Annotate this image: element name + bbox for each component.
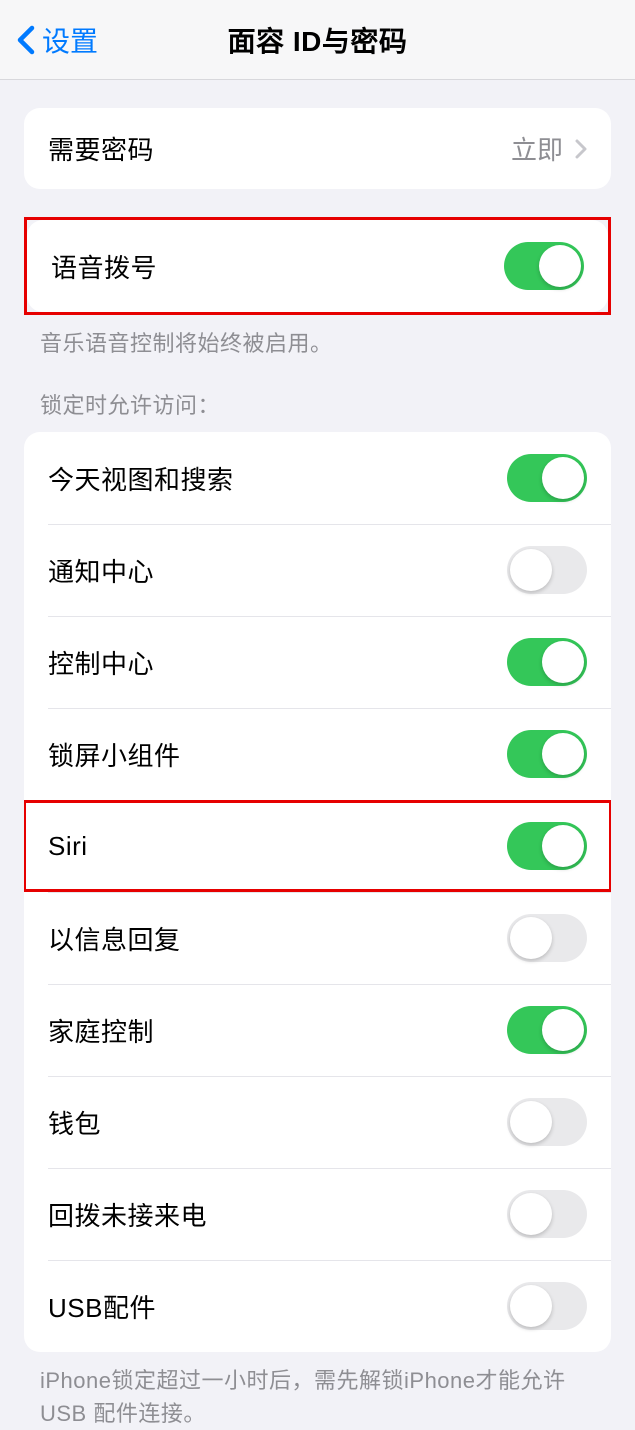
back-label: 设置	[42, 20, 98, 60]
require-passcode-cell[interactable]: 需要密码 立即	[24, 108, 611, 189]
list-item-label: 控制中心	[48, 644, 154, 681]
list-item-label: 以信息回复	[48, 920, 181, 957]
list-item: 钱包	[24, 1076, 611, 1168]
list-item: 家庭控制	[24, 984, 611, 1076]
lock-screen-header: 锁定时允许访问：	[0, 388, 635, 432]
navigation-bar: 设置 面容 ID与密码	[0, 0, 635, 80]
reply-with-message-toggle[interactable]	[507, 914, 587, 962]
return-missed-calls-toggle[interactable]	[507, 1190, 587, 1238]
group-lock-screen-access: 锁定时允许访问： 今天视图和搜索通知中心控制中心锁屏小组件 Siri 以信息回复家庭…	[0, 388, 635, 1430]
list-item-label: 家庭控制	[48, 1012, 154, 1049]
settings-content: 需要密码 立即 语音拨号 音乐语音控制将始终被启	[0, 108, 635, 1430]
group-voice-dial: 语音拨号 音乐语音控制将始终被启用。	[0, 217, 635, 360]
list-item-label: 通知中心	[48, 552, 154, 589]
voice-dial-cell: 语音拨号	[27, 220, 608, 312]
siri-toggle[interactable]	[507, 822, 587, 870]
chevron-right-icon	[575, 139, 587, 159]
list-item-label: Siri	[48, 831, 88, 862]
usb-accessories-toggle[interactable]	[507, 1282, 587, 1330]
usb-footer: iPhone锁定超过一小时后，需先解锁iPhone才能允许USB 配件连接。	[0, 1352, 635, 1430]
list-item: 今天视图和搜索	[24, 432, 611, 524]
notification-center-toggle[interactable]	[507, 546, 587, 594]
require-passcode-value: 立即	[511, 130, 563, 167]
list-item-label: 钱包	[48, 1104, 101, 1141]
lock-screen-list: 今天视图和搜索通知中心控制中心锁屏小组件 Siri 以信息回复家庭控制钱包回拨未接来…	[24, 432, 611, 1352]
today-view-search-toggle[interactable]	[507, 454, 587, 502]
require-passcode-label: 需要密码	[48, 130, 154, 167]
voice-dial-toggle[interactable]	[504, 242, 584, 290]
page-title: 面容 ID与密码	[228, 20, 408, 60]
back-button[interactable]: 设置	[0, 20, 98, 60]
list-item: 以信息回复	[24, 892, 611, 984]
chevron-left-icon	[16, 24, 36, 56]
list-item: 锁屏小组件	[24, 708, 611, 800]
wallet-toggle[interactable]	[507, 1098, 587, 1146]
highlight-voice-dial: 语音拨号	[24, 217, 611, 315]
list-item-label: 今天视图和搜索	[48, 460, 234, 497]
list-item-label: 锁屏小组件	[48, 736, 181, 773]
home-control-toggle[interactable]	[507, 1006, 587, 1054]
voice-dial-label: 语音拨号	[51, 248, 157, 285]
list-item: USB配件	[24, 1260, 611, 1352]
lock-screen-widgets-toggle[interactable]	[507, 730, 587, 778]
list-item: 通知中心	[24, 524, 611, 616]
list-item-label: USB配件	[48, 1288, 156, 1325]
group-require-passcode: 需要密码 立即	[0, 108, 635, 189]
list-item-label: 回拨未接来电	[48, 1196, 207, 1233]
voice-dial-footer: 音乐语音控制将始终被启用。	[0, 315, 635, 360]
list-item: Siri	[24, 800, 611, 892]
control-center-toggle[interactable]	[507, 638, 587, 686]
list-item: 回拨未接来电	[24, 1168, 611, 1260]
list-item: 控制中心	[24, 616, 611, 708]
